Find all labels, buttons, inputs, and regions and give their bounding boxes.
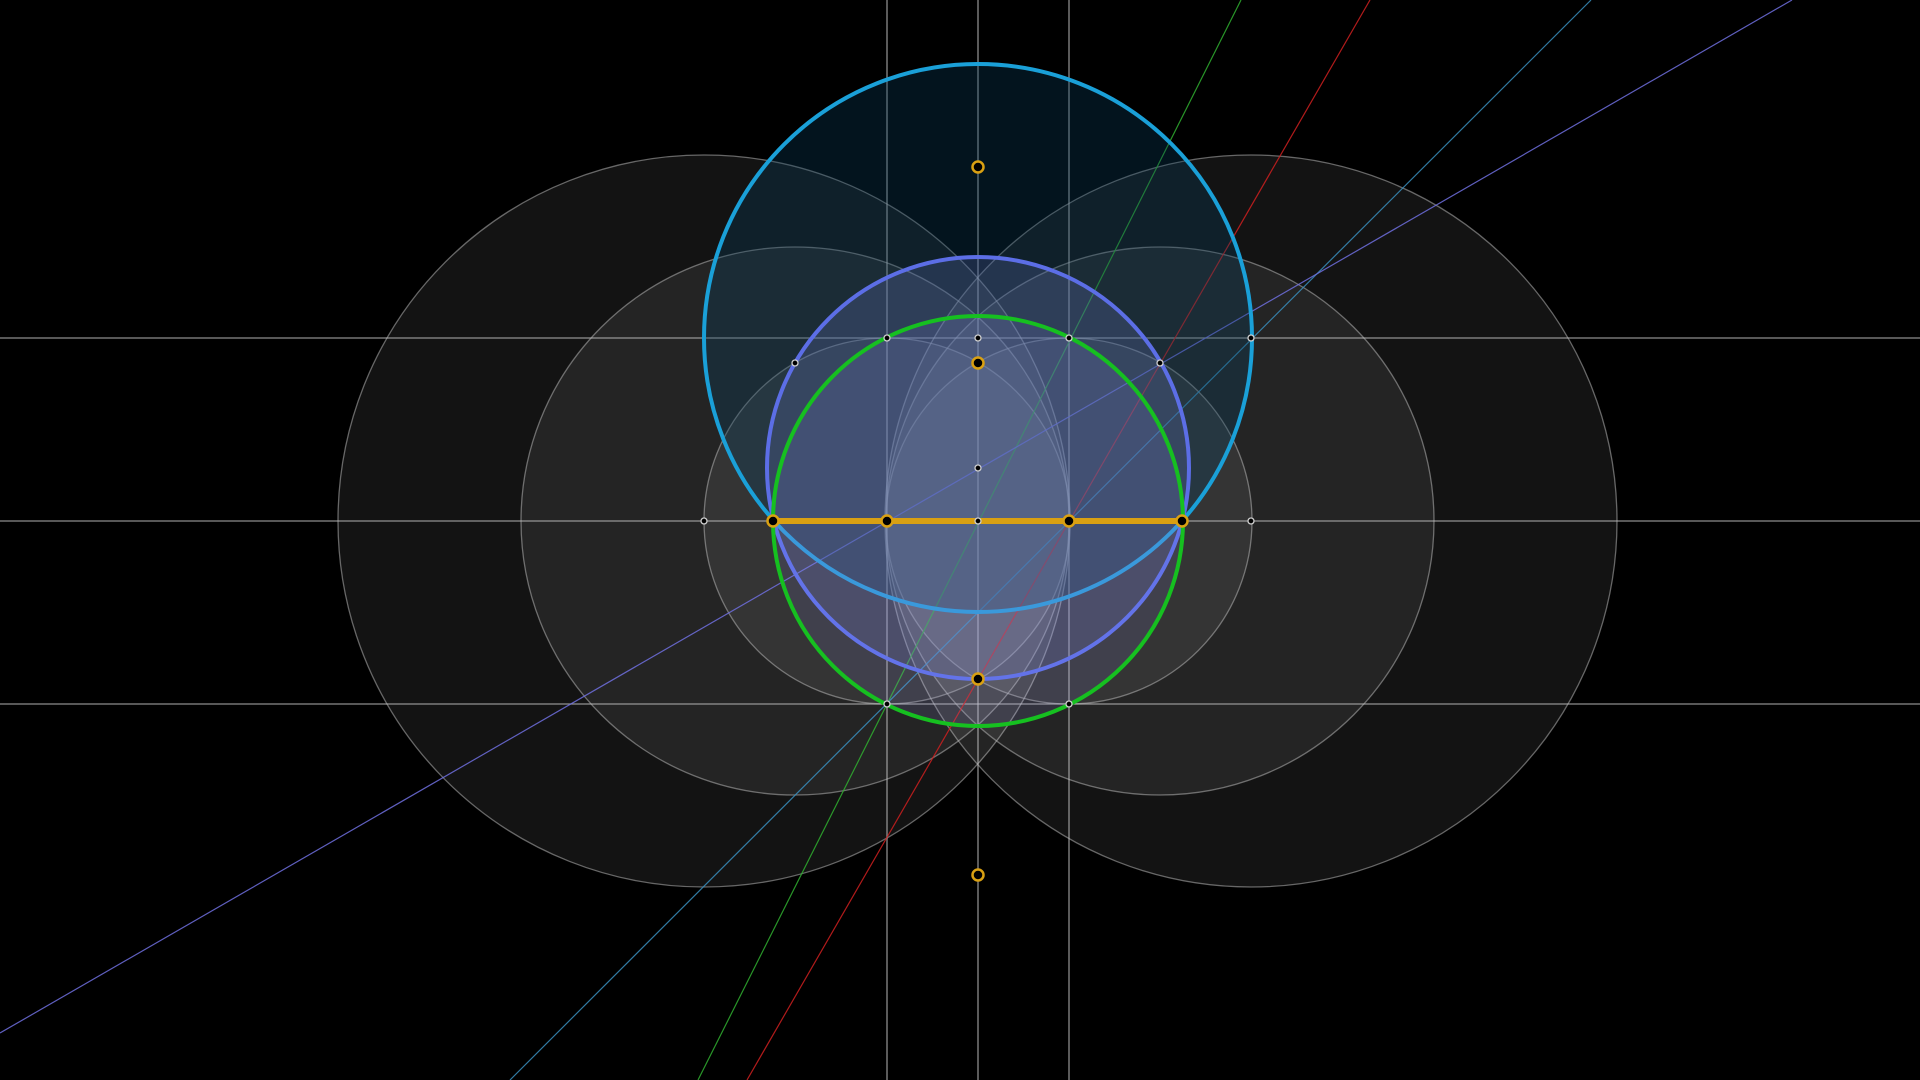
key-point-bottom bbox=[971, 868, 985, 882]
construction-point bbox=[883, 334, 891, 342]
key-point-segment-left-inner bbox=[880, 514, 894, 528]
key-point-upper bbox=[971, 356, 985, 370]
construction-point bbox=[974, 334, 982, 342]
construction-point bbox=[791, 359, 799, 367]
construction-point bbox=[700, 517, 708, 525]
construction-point bbox=[974, 464, 982, 472]
construction-point bbox=[1247, 517, 1255, 525]
key-point-segment-left-end bbox=[766, 514, 780, 528]
construction-point bbox=[1247, 334, 1255, 342]
key-point-segment-right-end bbox=[1175, 514, 1189, 528]
key-point-lower bbox=[971, 672, 985, 686]
construction-point bbox=[1065, 700, 1073, 708]
construction-point bbox=[883, 700, 891, 708]
key-point-top bbox=[971, 160, 985, 174]
construction-point bbox=[974, 517, 982, 525]
key-point-segment-right-inner bbox=[1062, 514, 1076, 528]
geometric-construction-canvas bbox=[0, 0, 1920, 1080]
construction-point bbox=[1156, 359, 1164, 367]
construction-point bbox=[1065, 334, 1073, 342]
